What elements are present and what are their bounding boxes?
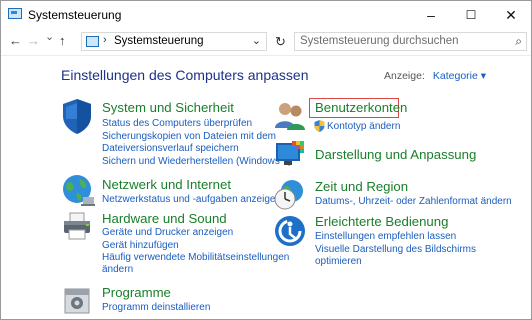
close-button[interactable]: ✕ [491,1,531,29]
control-panel-window: Systemsteuerung – ☐ ✕ ← → ⌄ ↑ › Systemst… [0,0,532,320]
category-system-security[interactable]: System und Sicherheit [102,100,234,115]
link-optimize-display[interactable]: Visuelle Darstellung des Bildschirms [315,244,476,256]
category-hardware-sound[interactable]: Hardware und Sound [102,211,227,226]
view-label: Anzeige: [384,70,425,82]
link-optimize-display-cont[interactable]: optimieren [315,256,362,268]
category-user-accounts[interactable]: Benutzerkonten [315,100,407,115]
category-appearance[interactable]: Darstellung und Anpassung [315,147,476,162]
link-add-device[interactable]: Gerät hinzufügen [102,240,179,252]
page-title: Einstellungen des Computers anpassen [61,67,309,83]
printer-icon[interactable] [61,209,95,243]
link-file-history[interactable]: Dateiversionsverlauf speichern [102,143,239,155]
breadcrumb-control-panel[interactable]: Systemsteuerung [114,35,204,47]
view-selector: Anzeige: Kategorie ▾ [384,70,486,82]
window-title: Systemsteuerung [28,8,122,22]
shield-icon[interactable] [61,97,95,135]
appearance-icon[interactable] [274,139,306,171]
link-mobility-settings-cont[interactable]: ändern [102,264,133,276]
users-icon[interactable] [273,100,307,132]
category-time-region[interactable]: Zeit und Region [315,179,408,194]
control-panel-icon [86,36,99,47]
globe-network-icon[interactable] [61,173,95,207]
category-programs[interactable]: Programme [102,285,171,300]
link-backup-restore[interactable]: Sichern und Wiederherstellen (Windows 7) [102,156,292,168]
link-change-account-type[interactable]: Kontotyp ändern [327,121,400,133]
link-recommend-settings[interactable]: Einstellungen empfehlen lassen [315,231,456,243]
search-placeholder: Systemsteuerung durchsuchen [300,35,459,47]
search-input[interactable]: Systemsteuerung durchsuchen ⌕ [294,32,527,51]
link-devices-printers[interactable]: Geräte und Drucker anzeigen [102,227,233,239]
back-button[interactable]: ← [9,33,22,48]
link-backup-files[interactable]: Sicherungskopien von Dateien mit dem [102,131,276,143]
category-network-internet[interactable]: Netzwerk und Internet [102,177,231,192]
programs-icon[interactable] [62,284,94,316]
forward-button[interactable]: → [27,33,40,48]
address-bar[interactable]: › Systemsteuerung ⌄ [81,32,267,51]
category-ease-of-access[interactable]: Erleichterte Bedienung [315,214,448,229]
divider [1,55,531,56]
link-mobility-settings[interactable]: Häufig verwendete Mobilitätseinstellunge… [102,252,289,264]
search-icon[interactable]: ⌕ [515,34,522,49]
link-date-time-format[interactable]: Datums-, Uhrzeit- oder Zahlenformat ände… [315,196,512,208]
chevron-down-icon[interactable]: ⌄ [252,34,261,47]
up-button[interactable]: ↑ [59,33,66,48]
title-bar: Systemsteuerung – ☐ ✕ [1,1,531,29]
chevron-right-icon[interactable]: › [103,34,107,46]
view-dropdown[interactable]: Kategorie ▾ [433,70,486,82]
recent-locations-button[interactable]: ⌄ [45,30,54,43]
refresh-button[interactable]: ↻ [275,34,286,50]
ease-of-access-icon[interactable] [274,215,306,247]
maximize-button[interactable]: ☐ [451,1,491,29]
minimize-button[interactable]: – [411,1,451,29]
link-uninstall-program[interactable]: Programm deinstallieren [102,302,210,314]
navigation-bar: ← → ⌄ ↑ › Systemsteuerung ⌄ ↻ Systemsteu… [1,29,531,55]
link-check-status[interactable]: Status des Computers überprüfen [102,118,252,130]
control-panel-icon [8,8,22,19]
link-network-status[interactable]: Netzwerkstatus und -aufgaben anzeigen [102,194,281,206]
clock-globe-icon[interactable] [274,179,306,211]
uac-shield-icon [314,120,325,132]
